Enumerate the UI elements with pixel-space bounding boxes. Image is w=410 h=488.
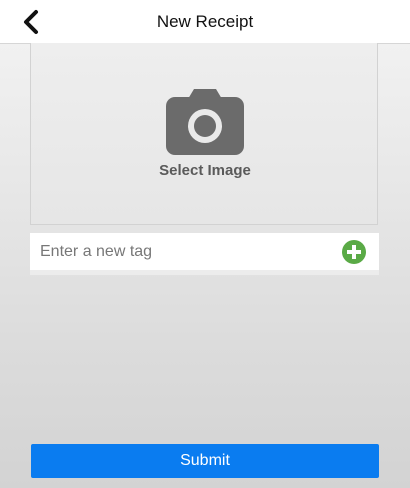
header-bar: New Receipt <box>0 0 410 44</box>
tag-input-row <box>30 233 379 275</box>
select-image-label: Select Image <box>159 162 251 179</box>
select-image-area[interactable]: Select Image <box>30 43 378 225</box>
tag-input[interactable] <box>30 233 330 270</box>
submit-button[interactable]: Submit <box>31 444 379 478</box>
page-title: New Receipt <box>156 12 254 31</box>
plus-circle-icon <box>342 240 366 264</box>
add-tag-button[interactable] <box>342 240 366 264</box>
camera-icon <box>166 89 244 155</box>
